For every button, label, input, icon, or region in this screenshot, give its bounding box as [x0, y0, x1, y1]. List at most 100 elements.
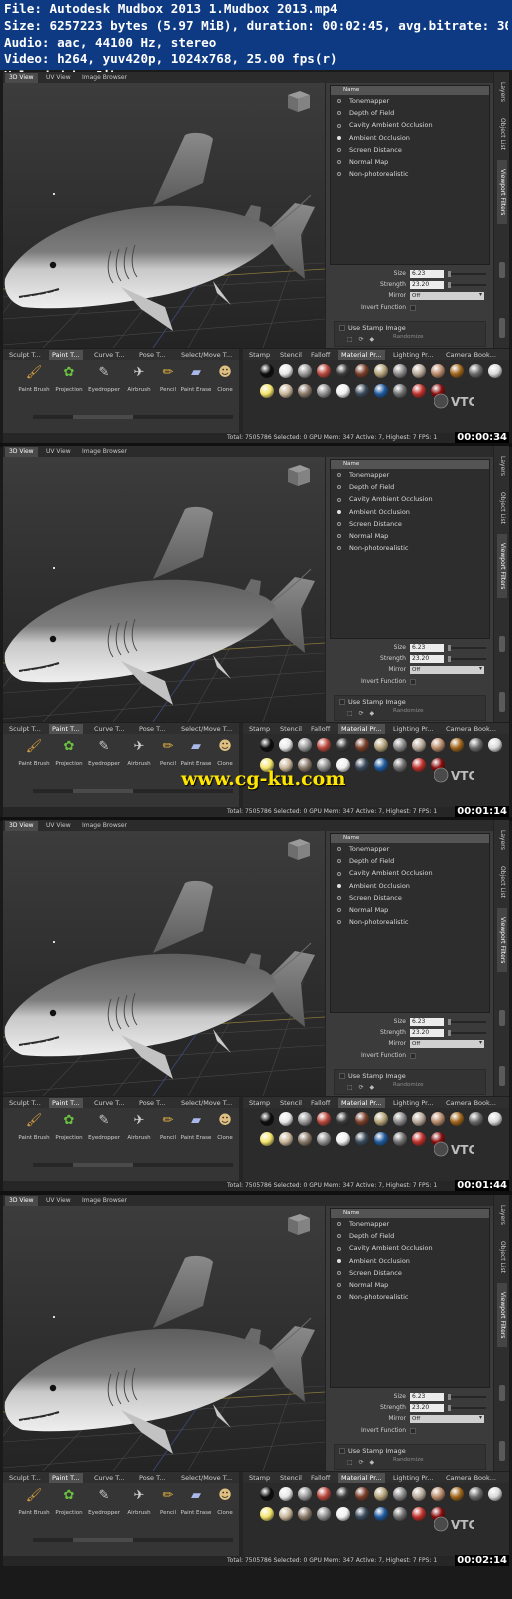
tab-select-move-tools[interactable]: Select/Move T...: [178, 1473, 235, 1483]
use-stamp-checkbox[interactable]: [339, 1073, 345, 1079]
filter-item-ambient-occlusion[interactable]: Ambient Occlusion: [331, 1255, 489, 1267]
material-ball[interactable]: [279, 384, 293, 398]
material-ball[interactable]: [374, 738, 388, 752]
viewcube-icon[interactable]: [284, 462, 312, 488]
material-ball[interactable]: [298, 1487, 312, 1501]
radio-icon[interactable]: [337, 1222, 341, 1227]
stamp-tool-icons[interactable]: ⬚ ⟳ ◆: [347, 1084, 376, 1091]
material-ball[interactable]: [412, 758, 426, 772]
projection-tool[interactable]: ✿ Projection: [52, 1112, 86, 1146]
material-ball[interactable]: [450, 1112, 464, 1126]
tab-sculpt-tools[interactable]: Sculpt T...: [6, 1473, 44, 1483]
radio-icon[interactable]: [337, 1295, 341, 1300]
tab-image-browser[interactable]: Image Browser: [78, 821, 131, 831]
material-ball[interactable]: [469, 738, 483, 752]
material-ball[interactable]: [279, 1487, 293, 1501]
tab-material-presets[interactable]: Material Pr...: [338, 350, 385, 360]
viewcube-icon[interactable]: [284, 1211, 312, 1237]
tab-image-browser[interactable]: Image Browser: [78, 73, 131, 83]
tab-3d-view[interactable]: 3D View: [5, 1196, 38, 1206]
filter-item-ambient-occlusion[interactable]: Ambient Occlusion: [331, 132, 489, 144]
radio-icon[interactable]: [337, 485, 341, 490]
material-ball[interactable]: [260, 1112, 274, 1126]
material-ball[interactable]: [488, 1112, 502, 1126]
viewcube-icon[interactable]: [284, 88, 312, 114]
tab-falloff[interactable]: Falloff: [308, 1098, 333, 1108]
material-ball[interactable]: [279, 1132, 293, 1146]
invert-checkbox[interactable]: [410, 1428, 416, 1434]
material-ball[interactable]: [355, 1487, 369, 1501]
tab-layers[interactable]: Layers: [497, 1199, 507, 1231]
material-ball[interactable]: [393, 1132, 407, 1146]
material-ball[interactable]: [374, 1487, 388, 1501]
tab-curve-tools[interactable]: Curve T...: [91, 1473, 128, 1483]
filter-item-non-photorealistic[interactable]: Non-photorealistic: [331, 542, 489, 554]
tab-lighting-presets[interactable]: Lighting Pr...: [390, 1098, 436, 1108]
material-ball[interactable]: [412, 364, 426, 378]
material-ball[interactable]: [374, 1112, 388, 1126]
tab-stamp[interactable]: Stamp: [246, 1098, 273, 1108]
shark-model[interactable]: [3, 457, 325, 722]
material-ball[interactable]: [393, 384, 407, 398]
3d-viewport[interactable]: [3, 457, 325, 722]
material-ball[interactable]: [355, 1507, 369, 1521]
panel-scrollbar-lower[interactable]: [499, 318, 505, 338]
material-ball[interactable]: [374, 364, 388, 378]
radio-icon[interactable]: [337, 908, 341, 913]
material-ball[interactable]: [488, 364, 502, 378]
material-ball[interactable]: [317, 1487, 331, 1501]
strength-slider[interactable]: [448, 1030, 486, 1036]
eyedropper-tool[interactable]: ✎ Eyedropper: [87, 1112, 121, 1146]
shark-model[interactable]: [3, 1206, 325, 1471]
tab-layers[interactable]: Layers: [497, 76, 507, 108]
material-ball[interactable]: [355, 1132, 369, 1146]
material-ball[interactable]: [450, 1487, 464, 1501]
mirror-select[interactable]: Off: [410, 1039, 484, 1048]
material-ball[interactable]: [412, 1507, 426, 1521]
material-ball[interactable]: [279, 1112, 293, 1126]
tab-3d-view[interactable]: 3D View: [5, 73, 38, 83]
tab-curve-tools[interactable]: Curve T...: [91, 724, 128, 734]
panel-scrollbar[interactable]: [499, 1385, 505, 1401]
radio-icon[interactable]: [337, 148, 341, 153]
strength-slider[interactable]: [448, 1405, 486, 1411]
paint-brush-tool[interactable]: 🖌 Paint Brush: [17, 1112, 51, 1146]
material-ball[interactable]: [450, 738, 464, 752]
material-ball[interactable]: [336, 1487, 350, 1501]
filter-item-depth-of-field[interactable]: Depth of Field: [331, 1230, 489, 1242]
3d-viewport[interactable]: [3, 1206, 325, 1471]
radio-icon[interactable]: [337, 1258, 341, 1263]
material-ball[interactable]: [279, 364, 293, 378]
material-ball[interactable]: [336, 1112, 350, 1126]
radio-icon[interactable]: [337, 1283, 341, 1288]
panel-scrollbar-lower[interactable]: [499, 1066, 505, 1086]
radio-icon[interactable]: [337, 123, 341, 128]
filter-item-non-photorealistic[interactable]: Non-photorealistic: [331, 916, 489, 928]
shark-model[interactable]: [3, 83, 325, 348]
material-ball[interactable]: [488, 738, 502, 752]
material-ball[interactable]: [393, 758, 407, 772]
panel-scrollbar[interactable]: [499, 262, 505, 278]
tab-layers[interactable]: Layers: [497, 450, 507, 482]
tab-stamp[interactable]: Stamp: [246, 1473, 273, 1483]
material-ball[interactable]: [412, 384, 426, 398]
tools-scrollbar[interactable]: [33, 1538, 233, 1542]
stamp-tool-icons[interactable]: ⬚ ⟳ ◆: [347, 336, 376, 343]
clone-tool[interactable]: ☻ Clone: [208, 364, 242, 398]
filter-item-tonemapper[interactable]: Tonemapper: [331, 469, 489, 481]
material-ball[interactable]: [317, 1112, 331, 1126]
tab-paint-tools[interactable]: Paint T...: [49, 1098, 83, 1108]
material-ball[interactable]: [317, 364, 331, 378]
tab-pose-tools[interactable]: Pose T...: [136, 350, 169, 360]
tab-sculpt-tools[interactable]: Sculpt T...: [6, 350, 44, 360]
material-ball[interactable]: [393, 1507, 407, 1521]
filter-item-tonemapper[interactable]: Tonemapper: [331, 843, 489, 855]
stamp-tool-icons[interactable]: ⬚ ⟳ ◆: [347, 1459, 376, 1466]
material-ball[interactable]: [279, 1507, 293, 1521]
strength-field[interactable]: 23.20: [410, 281, 444, 289]
strength-slider[interactable]: [448, 282, 486, 288]
clone-tool[interactable]: ☻ Clone: [208, 1112, 242, 1146]
material-ball[interactable]: [412, 1112, 426, 1126]
material-ball[interactable]: [355, 384, 369, 398]
radio-icon[interactable]: [337, 1271, 341, 1276]
